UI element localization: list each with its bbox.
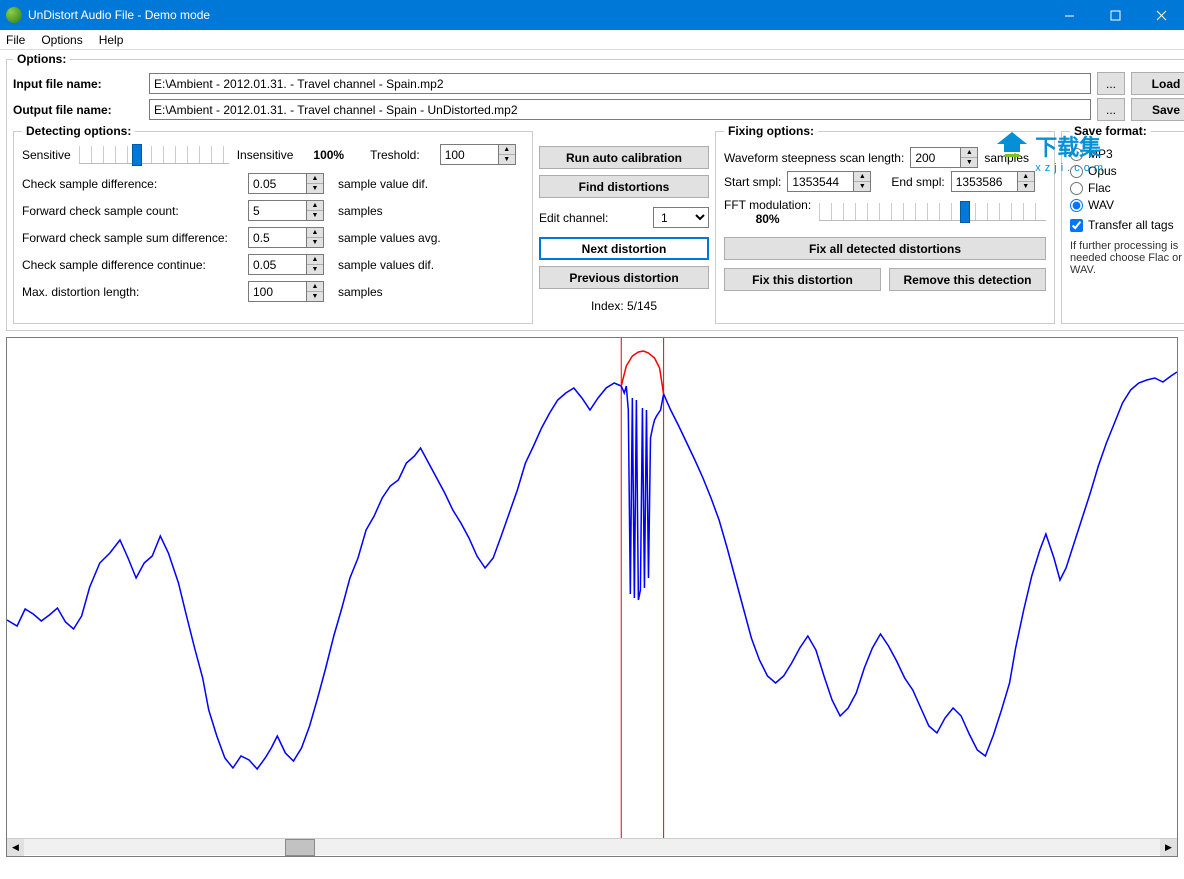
- threshold-stepper[interactable]: ▲▼: [440, 144, 516, 165]
- radio-mp3[interactable]: MP3: [1070, 147, 1184, 161]
- detecting-legend: Detecting options:: [22, 124, 135, 138]
- horizontal-scrollbar[interactable]: ◀ ▶: [7, 838, 1177, 855]
- fwd-count-unit: samples: [338, 204, 524, 218]
- sample-diff-unit: sample value dif.: [338, 177, 524, 191]
- close-button[interactable]: [1138, 0, 1184, 30]
- options-legend: Options:: [13, 52, 70, 66]
- end-sample-label: End smpl:: [891, 175, 944, 189]
- next-distortion-button[interactable]: Next distortion: [539, 237, 709, 260]
- fwd-count-stepper[interactable]: ▲▼: [248, 200, 330, 221]
- maximize-button[interactable]: [1092, 0, 1138, 30]
- previous-distortion-button[interactable]: Previous distortion: [539, 266, 709, 289]
- scroll-right-icon[interactable]: ▶: [1160, 839, 1177, 856]
- radio-flac[interactable]: Flac: [1070, 181, 1184, 195]
- options-group: Options: 下载集 xzji.com Input file name: .…: [6, 52, 1184, 331]
- sensitive-label: Sensitive: [22, 148, 71, 162]
- diff-cont-unit: sample values dif.: [338, 258, 524, 272]
- index-label: Index: 5/145: [539, 299, 709, 313]
- insensitive-label: Insensitive: [237, 148, 294, 162]
- save-format-legend: Save format:: [1070, 124, 1151, 138]
- input-file-field[interactable]: [149, 73, 1091, 94]
- scroll-thumb[interactable]: [285, 839, 315, 856]
- fft-percent: 80%: [724, 212, 811, 226]
- radio-wav[interactable]: WAV: [1070, 198, 1184, 212]
- steepness-label: Waveform steepness scan length:: [724, 151, 904, 165]
- find-distortions-button[interactable]: Find distortions: [539, 175, 709, 198]
- fix-all-button[interactable]: Fix all detected distortions: [724, 237, 1046, 260]
- fixing-group: Fixing options: Waveform steepness scan …: [715, 124, 1055, 324]
- sensitivity-slider[interactable]: [79, 146, 229, 164]
- threshold-label: Treshold:: [370, 148, 420, 162]
- menu-help[interactable]: Help: [99, 33, 124, 47]
- start-sample-label: Start smpl:: [724, 175, 781, 189]
- fixing-legend: Fixing options:: [724, 124, 818, 138]
- save-note: If further processing is needed choose F…: [1070, 240, 1184, 276]
- waveform-viewer[interactable]: ◀ ▶: [6, 337, 1178, 857]
- save-format-group: Save format: MP3 Opus Flac WAV Transfer …: [1061, 124, 1184, 324]
- app-icon: [6, 7, 22, 23]
- sample-diff-stepper[interactable]: ▲▼: [248, 173, 330, 194]
- radio-opus[interactable]: Opus: [1070, 164, 1184, 178]
- sensitivity-percent: 100%: [313, 148, 344, 162]
- end-sample-stepper[interactable]: ▲▼: [951, 171, 1035, 192]
- detecting-group: Detecting options: Sensitive Insensitive…: [13, 124, 533, 324]
- save-button[interactable]: Save: [1131, 98, 1184, 121]
- actions-column: Run auto calibration Find distortions Ed…: [539, 144, 709, 313]
- diff-cont-stepper[interactable]: ▲▼: [248, 254, 330, 275]
- edit-channel-select[interactable]: 1: [653, 207, 709, 228]
- fft-slider[interactable]: [819, 203, 1046, 221]
- max-len-unit: samples: [338, 285, 524, 299]
- menu-file[interactable]: File: [6, 33, 25, 47]
- max-len-stepper[interactable]: ▲▼: [248, 281, 330, 302]
- browse-output-button[interactable]: ...: [1097, 98, 1125, 121]
- scroll-left-icon[interactable]: ◀: [7, 839, 24, 856]
- edit-channel-label: Edit channel:: [539, 211, 608, 225]
- titlebar: UnDistort Audio File - Demo mode: [0, 0, 1184, 30]
- fwd-sum-stepper[interactable]: ▲▼: [248, 227, 330, 248]
- remove-detection-button[interactable]: Remove this detection: [889, 268, 1046, 291]
- check-transfer-tags[interactable]: Transfer all tags: [1070, 218, 1184, 232]
- minimize-button[interactable]: [1046, 0, 1092, 30]
- load-button[interactable]: Load: [1131, 72, 1184, 95]
- sample-diff-label: Check sample difference:: [22, 177, 240, 191]
- input-file-label: Input file name:: [13, 77, 149, 91]
- steepness-unit: samples: [984, 151, 1029, 165]
- output-file-field[interactable]: [149, 99, 1091, 120]
- run-calibration-button[interactable]: Run auto calibration: [539, 146, 709, 169]
- output-file-label: Output file name:: [13, 103, 149, 117]
- steepness-stepper[interactable]: ▲▼: [910, 147, 978, 168]
- menubar: File Options Help: [0, 30, 1184, 50]
- browse-input-button[interactable]: ...: [1097, 72, 1125, 95]
- fix-this-button[interactable]: Fix this distortion: [724, 268, 881, 291]
- menu-options[interactable]: Options: [41, 33, 82, 47]
- fwd-sum-label: Forward check sample sum difference:: [22, 231, 240, 245]
- fwd-sum-unit: sample values avg.: [338, 231, 524, 245]
- max-len-label: Max. distortion length:: [22, 285, 240, 299]
- window-title: UnDistort Audio File - Demo mode: [28, 8, 210, 22]
- fft-label: FFT modulation:: [724, 198, 811, 212]
- start-sample-stepper[interactable]: ▲▼: [787, 171, 871, 192]
- diff-cont-label: Check sample difference continue:: [22, 258, 240, 272]
- fwd-count-label: Forward check sample count:: [22, 204, 240, 218]
